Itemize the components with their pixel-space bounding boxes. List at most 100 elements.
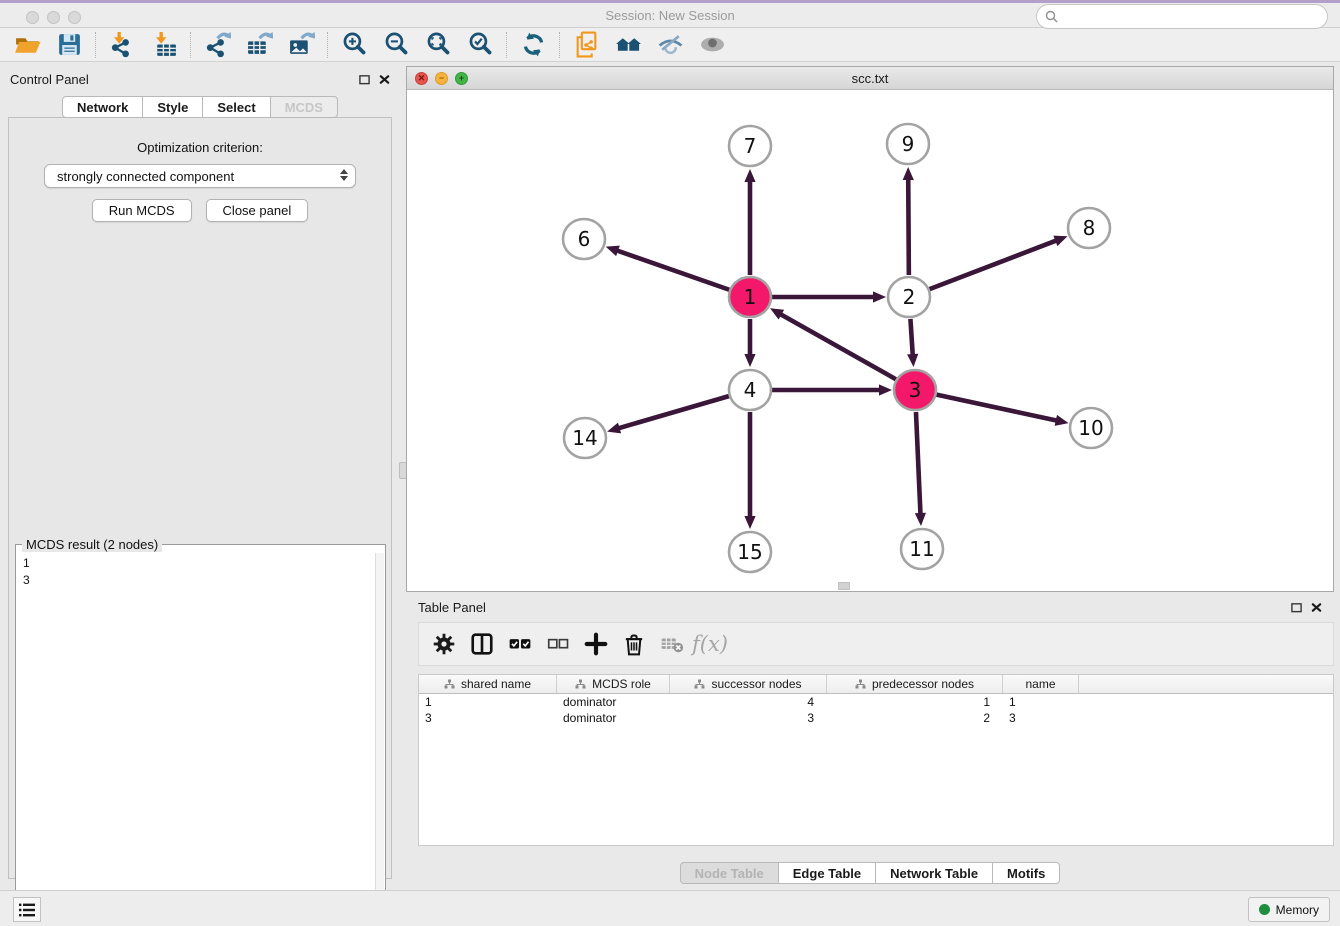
optimization-criterion-select[interactable]: strongly connected component xyxy=(44,164,356,188)
graph-node-1[interactable]: 1 xyxy=(729,277,771,317)
resize-grip[interactable] xyxy=(838,582,850,590)
export-network-button[interactable] xyxy=(196,30,238,60)
edge-4-14[interactable] xyxy=(617,396,729,429)
edge-3-1[interactable] xyxy=(779,313,896,379)
task-history-button[interactable] xyxy=(13,897,41,922)
select-all-checks-icon xyxy=(508,632,532,656)
network-view-title: scc.txt xyxy=(852,71,889,86)
table-panel: Table Panel f(x) shared name MCDS role s… xyxy=(406,594,1334,886)
network-canvas[interactable]: 7 9 6 8 1 2 4 3 14 10 15 11 xyxy=(407,90,1333,591)
search-input[interactable] xyxy=(1063,10,1319,24)
edge-arrowhead-1-4 xyxy=(744,354,755,367)
close-panel-button[interactable]: Close panel xyxy=(206,199,309,222)
close-table-panel-icon[interactable] xyxy=(1311,602,1322,613)
node-label-4: 4 xyxy=(744,378,757,402)
list-icon xyxy=(18,902,36,918)
tab-network[interactable]: Network xyxy=(62,96,143,118)
double-house-button[interactable] xyxy=(607,30,649,60)
gear-button[interactable] xyxy=(427,626,461,662)
minimize-window-button[interactable] xyxy=(47,11,60,24)
column-header-predecessor-nodes[interactable]: predecessor nodes xyxy=(827,675,1003,693)
tab-select[interactable]: Select xyxy=(203,96,270,118)
close-panel-icon[interactable] xyxy=(379,74,390,85)
graph-node-7[interactable]: 7 xyxy=(729,126,771,166)
minimize-view-button[interactable]: − xyxy=(435,72,448,85)
cell-MCDS-role[interactable]: dominator xyxy=(557,710,670,726)
column-header-MCDS-role[interactable]: MCDS role xyxy=(557,675,670,693)
mcds-result-scrollbar[interactable] xyxy=(375,553,384,916)
cell-predecessor-nodes[interactable]: 1 xyxy=(827,694,1003,710)
column-header-name[interactable]: name xyxy=(1003,675,1079,693)
float-table-panel-icon[interactable] xyxy=(1291,602,1302,613)
tab-node-table[interactable]: Node Table xyxy=(680,862,779,884)
cell-MCDS-role[interactable]: dominator xyxy=(557,694,670,710)
export-table-button[interactable] xyxy=(238,30,280,60)
tab-edge-table[interactable]: Edge Table xyxy=(779,862,876,884)
plus-button[interactable] xyxy=(579,626,613,662)
edge-2-3[interactable] xyxy=(910,319,912,357)
import-network-button[interactable] xyxy=(101,30,143,60)
eye-button[interactable] xyxy=(691,30,733,60)
memory-button[interactable]: Memory xyxy=(1248,897,1330,922)
table-row[interactable]: 3dominator323 xyxy=(419,710,1333,726)
open-folder-button[interactable] xyxy=(6,30,48,60)
zoom-out-button[interactable] xyxy=(375,30,417,60)
close-window-button[interactable] xyxy=(26,11,39,24)
graph-node-3[interactable]: 3 xyxy=(894,370,936,410)
refresh-button[interactable] xyxy=(512,30,554,60)
zoom-window-button[interactable] xyxy=(68,11,81,24)
graph-node-14[interactable]: 14 xyxy=(564,418,606,458)
run-mcds-button[interactable]: Run MCDS xyxy=(92,199,192,222)
float-panel-icon[interactable] xyxy=(359,74,370,85)
zoom-in-button[interactable] xyxy=(333,30,375,60)
table-row[interactable]: 1dominator411 xyxy=(419,694,1333,710)
hierarchy-icon xyxy=(694,679,705,690)
graph-node-11[interactable]: 11 xyxy=(901,529,943,569)
cell-name[interactable]: 3 xyxy=(1003,710,1079,726)
import-table-button[interactable] xyxy=(143,30,185,60)
graph-node-6[interactable]: 6 xyxy=(563,219,605,259)
save-floppy-button[interactable] xyxy=(48,30,90,60)
mcds-result-box[interactable]: 1 3 xyxy=(17,553,374,916)
eye-slash-button[interactable] xyxy=(649,30,691,60)
edge-3-11[interactable] xyxy=(916,412,921,516)
search-box[interactable] xyxy=(1036,4,1328,29)
graph-node-9[interactable]: 9 xyxy=(887,124,929,164)
cell-predecessor-nodes[interactable]: 2 xyxy=(827,710,1003,726)
search-icon xyxy=(1045,10,1058,23)
edge-2-8[interactable] xyxy=(930,240,1059,289)
cell-shared-name[interactable]: 3 xyxy=(419,710,557,726)
tab-network-table[interactable]: Network Table xyxy=(876,862,993,884)
cell-successor-nodes[interactable]: 3 xyxy=(670,710,827,726)
tab-motifs[interactable]: Motifs xyxy=(993,862,1060,884)
zoom-fit-button[interactable] xyxy=(417,30,459,60)
edge-3-10[interactable] xyxy=(937,395,1059,421)
graph-node-10[interactable]: 10 xyxy=(1070,408,1112,448)
clear-checks-button[interactable] xyxy=(541,626,575,662)
export-image-button[interactable] xyxy=(280,30,322,60)
window-controls xyxy=(26,11,81,24)
column-header-shared-name[interactable]: shared name xyxy=(419,675,557,693)
document-share-button[interactable] xyxy=(565,30,607,60)
graph-node-4[interactable]: 4 xyxy=(729,370,771,410)
graph-node-2[interactable]: 2 xyxy=(888,277,930,317)
split-columns-button[interactable] xyxy=(465,626,499,662)
tab-style[interactable]: Style xyxy=(143,96,203,118)
maximize-view-button[interactable]: + xyxy=(455,72,468,85)
select-all-checks-button[interactable] xyxy=(503,626,537,662)
graph-node-8[interactable]: 8 xyxy=(1068,208,1110,248)
edge-1-6[interactable] xyxy=(615,250,729,290)
fx-icon: f(x) xyxy=(692,632,728,656)
close-view-button[interactable]: ✕ xyxy=(415,72,428,85)
edge-2-9[interactable] xyxy=(908,177,909,275)
cell-name[interactable]: 1 xyxy=(1003,694,1079,710)
cell-shared-name[interactable]: 1 xyxy=(419,694,557,710)
column-header-successor-nodes[interactable]: successor nodes xyxy=(670,675,827,693)
trash-button[interactable] xyxy=(617,626,651,662)
tab-mcds[interactable]: MCDS xyxy=(271,96,338,118)
control-panel: Control Panel NetworkStyleSelectMCDS Opt… xyxy=(0,66,400,880)
network-window-titlebar[interactable]: ✕ − + scc.txt xyxy=(407,67,1333,90)
cell-successor-nodes[interactable]: 4 xyxy=(670,694,827,710)
zoom-selected-button[interactable] xyxy=(459,30,501,60)
graph-node-15[interactable]: 15 xyxy=(729,532,771,572)
